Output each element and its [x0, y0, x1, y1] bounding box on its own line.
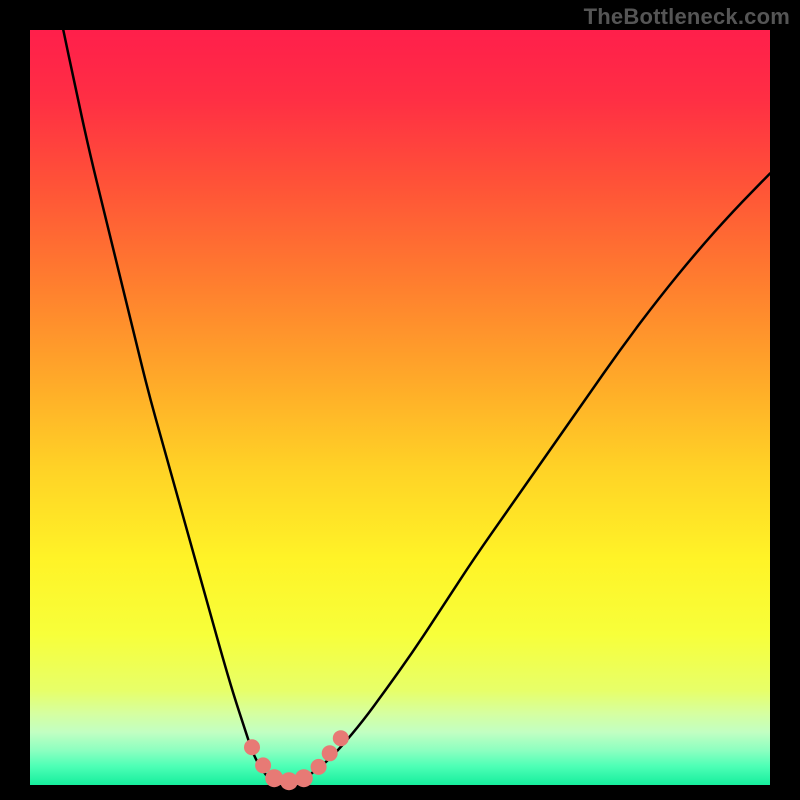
data-marker	[255, 757, 271, 773]
bottleneck-chart	[0, 0, 800, 800]
watermark-text: TheBottleneck.com	[584, 4, 790, 30]
data-marker	[322, 745, 338, 761]
chart-frame: { "watermark": "TheBottleneck.com", "col…	[0, 0, 800, 800]
data-marker	[265, 769, 283, 787]
data-marker	[244, 739, 260, 755]
data-marker	[280, 772, 298, 790]
data-marker	[333, 730, 349, 746]
data-marker	[295, 769, 313, 787]
data-marker	[311, 759, 327, 775]
